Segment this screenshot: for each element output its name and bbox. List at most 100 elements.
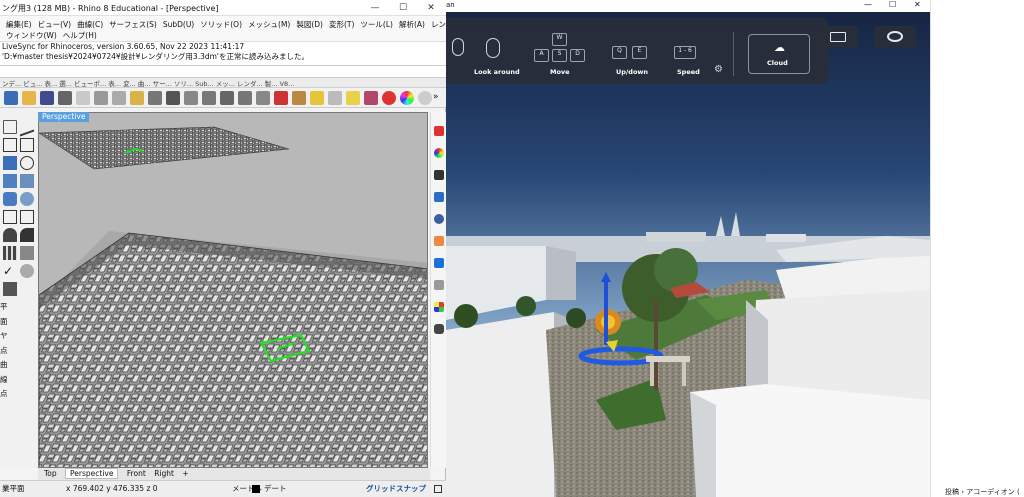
speed-label: Speed xyxy=(677,68,700,76)
menu-item[interactable]: SubD(U) xyxy=(163,20,194,29)
cut-icon[interactable] xyxy=(94,91,108,105)
options-icon[interactable] xyxy=(418,91,432,105)
surface-icon[interactable] xyxy=(3,174,17,188)
layer-icon[interactable] xyxy=(310,91,324,105)
toolbar-tabs[interactable]: ンデ... ビュ... 表... 選... ビューポ... 表... 変... … xyxy=(0,78,446,88)
display-tab-icon[interactable] xyxy=(434,148,444,158)
array-icon[interactable] xyxy=(3,246,17,260)
add-viewport-tab[interactable]: + xyxy=(182,469,188,478)
rhino-title-bar: ング用3 (128 MB) - Rhino 8 Educational - [P… xyxy=(0,0,446,16)
settings-gear-icon[interactable]: ⚙ xyxy=(714,64,723,75)
render-close-button[interactable]: ✕ xyxy=(914,0,921,9)
paste-icon[interactable] xyxy=(130,91,144,105)
city-wireframe xyxy=(39,113,427,467)
zoom-window-icon[interactable] xyxy=(220,91,234,105)
perspective-viewport[interactable] xyxy=(38,112,428,468)
render-maximize-button[interactable]: ☐ xyxy=(889,0,896,9)
menu-item[interactable]: サーフェス(S) xyxy=(109,20,157,29)
car-icon[interactable] xyxy=(292,91,306,105)
light-icon[interactable] xyxy=(346,91,360,105)
box-icon[interactable] xyxy=(3,192,17,206)
monitor-tab-icon[interactable] xyxy=(434,170,444,180)
check-icon[interactable]: ✓ xyxy=(3,264,17,278)
rectangle-icon[interactable] xyxy=(20,138,34,152)
menu-item[interactable]: 曲線(C) xyxy=(77,20,103,29)
menu-item[interactable]: ツール(L) xyxy=(360,20,393,29)
zoom-extents-icon[interactable] xyxy=(238,91,252,105)
menu-item[interactable]: 編集(E) xyxy=(6,20,32,29)
curve-icon[interactable] xyxy=(3,156,17,170)
tab-perspective[interactable]: Perspective xyxy=(65,468,119,479)
coordinates-readout: x 769.402 y 476.335 z 0 xyxy=(66,484,158,493)
menu-item[interactable]: 解析(A) xyxy=(399,20,425,29)
point-icon[interactable] xyxy=(3,120,17,134)
extrude-icon[interactable] xyxy=(20,174,34,188)
viewport-title[interactable]: Perspective xyxy=(38,112,90,122)
texture-tab-icon[interactable] xyxy=(434,280,444,290)
viewport-layout-icon[interactable] xyxy=(274,91,288,105)
maximize-button[interactable]: ☐ xyxy=(390,1,416,15)
environment-tab-icon[interactable] xyxy=(434,236,444,246)
copy-icon[interactable] xyxy=(112,91,126,105)
menu-item[interactable]: 変形(T) xyxy=(329,20,354,29)
menu-item[interactable]: ヘルプ(H) xyxy=(63,31,97,40)
light-tab-icon[interactable] xyxy=(434,258,444,268)
grid-snap-toggle[interactable]: グリッドスナップ xyxy=(366,481,426,497)
trim-icon[interactable] xyxy=(3,228,17,242)
move-icon[interactable] xyxy=(20,246,34,260)
material-tab-icon[interactable] xyxy=(434,214,444,224)
line-icon[interactable] xyxy=(20,117,34,137)
import-icon[interactable] xyxy=(76,91,90,105)
side-label: ヤ xyxy=(0,331,8,340)
side-panel-labels: 平面 ヤ 点 曲 線 点 xyxy=(0,300,14,402)
layer-label[interactable]: デート xyxy=(264,481,287,497)
cloud-button[interactable]: ☁ Cloud xyxy=(748,34,810,74)
zoom-icon[interactable] xyxy=(202,91,216,105)
print-icon[interactable] xyxy=(58,91,72,105)
polyline-icon[interactable] xyxy=(3,138,17,152)
grid-icon[interactable] xyxy=(3,282,17,296)
boolean-icon[interactable] xyxy=(3,210,17,224)
minimize-button[interactable]: — xyxy=(362,1,388,15)
tab-top[interactable]: Top xyxy=(44,469,57,478)
rotate-view-icon[interactable] xyxy=(184,91,198,105)
menu-item[interactable]: 製図(D) xyxy=(296,20,323,29)
pan-icon[interactable] xyxy=(166,91,180,105)
analyze-icon[interactable] xyxy=(20,264,34,278)
sphere-icon[interactable] xyxy=(20,192,34,206)
fillet-icon[interactable] xyxy=(20,210,34,224)
undo-view-icon[interactable] xyxy=(256,91,270,105)
key-s: S xyxy=(552,49,567,62)
key-w: W xyxy=(552,33,567,46)
menu-item[interactable]: ウィンドウ(W) xyxy=(6,31,57,40)
circle-icon[interactable] xyxy=(20,156,34,170)
more-tools-chevron[interactable]: » xyxy=(433,92,439,102)
material-icon[interactable] xyxy=(364,91,378,105)
render-sphere-icon[interactable] xyxy=(382,91,396,105)
tab-front[interactable]: Front xyxy=(127,469,146,478)
properties-icon[interactable] xyxy=(328,91,342,105)
menu-item[interactable]: メッシュ(M) xyxy=(248,20,290,29)
menu-item[interactable]: ソリッド(O) xyxy=(200,20,242,29)
view-toggle-button[interactable] xyxy=(874,26,916,48)
render-minimize-button[interactable]: — xyxy=(864,0,872,9)
panel-toggle-button[interactable] xyxy=(818,26,858,48)
capture-tab-icon[interactable] xyxy=(434,324,444,334)
new-file-icon[interactable] xyxy=(4,91,18,105)
side-label: 線 xyxy=(0,374,8,384)
open-file-icon[interactable] xyxy=(22,91,36,105)
close-button[interactable]: ✕ xyxy=(418,1,444,15)
undo-icon[interactable] xyxy=(148,91,162,105)
key-e: E xyxy=(632,46,647,59)
command-input[interactable] xyxy=(0,66,446,78)
status-panel-icon[interactable] xyxy=(434,485,442,493)
color-wheel-icon[interactable] xyxy=(400,91,414,105)
menu-item[interactable]: ビュー(V) xyxy=(38,20,71,29)
color-tab-icon[interactable] xyxy=(434,302,444,312)
breadcrumb[interactable]: 投稿 › アコーディオン ( xyxy=(945,487,1020,497)
properties-tab-icon[interactable] xyxy=(434,126,444,136)
camera-tab-icon[interactable] xyxy=(434,192,444,202)
split-icon[interactable] xyxy=(20,228,34,242)
save-icon[interactable] xyxy=(40,91,54,105)
tab-right[interactable]: Right xyxy=(154,469,174,478)
